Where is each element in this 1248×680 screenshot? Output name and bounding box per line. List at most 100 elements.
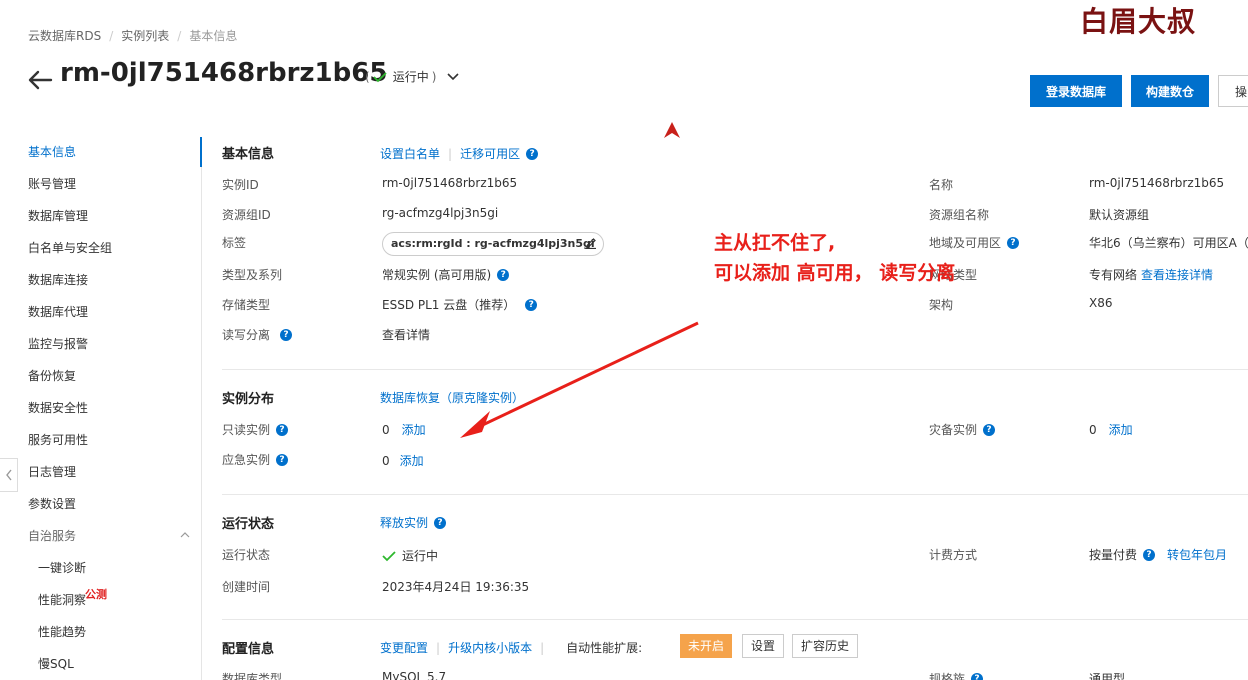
sidebar-item-basic-info[interactable]: 基本信息 [0, 137, 200, 169]
label-run-status: 运行状态 [222, 548, 271, 562]
sidebar-item-whitelist[interactable]: 白名单与安全组 [0, 233, 200, 265]
convert-subscription-link[interactable]: 转包年包月 [1167, 546, 1227, 563]
autoscale-status-badge: 未开启 [680, 634, 732, 658]
edit-icon[interactable] [585, 237, 597, 249]
instance-status[interactable]: ( 运行中 ) [362, 68, 459, 85]
help-icon[interactable]: ? [497, 268, 510, 281]
help-icon[interactable]: ? [525, 298, 538, 311]
add-dr-link[interactable]: 添加 [1109, 421, 1133, 438]
breadcrumb-separator: / [177, 28, 182, 43]
value-storage-type: ESSD PL1 云盘（推荐）? [382, 296, 538, 313]
connection-details-link[interactable]: 查看连接详情 [1141, 266, 1213, 283]
label-resource-group-name: 资源组名称 [929, 208, 990, 222]
spec-family-label-text: 规格族 [929, 672, 966, 680]
dr-label-text: 灾备实例 [929, 423, 978, 437]
beta-badge: 公测 [85, 588, 107, 601]
sidebar-item-trends[interactable]: 性能趋势 [0, 617, 200, 649]
label-name: 名称 [929, 178, 954, 192]
value-dr-instances: 0 添加 [1089, 421, 1133, 438]
sidebar-item-availability[interactable]: 服务可用性 [0, 425, 200, 457]
sidebar-item-slow-sql[interactable]: 慢SQL [0, 649, 200, 680]
value-emergency-instances: 0 添加 [382, 452, 424, 469]
value-type-series: 常规实例 (高可用版)? [382, 266, 510, 283]
section-title-running: 运行状态 [222, 517, 275, 532]
link-separator: | [540, 640, 545, 655]
build-warehouse-button[interactable]: 构建数仓 [1131, 75, 1209, 107]
sidebar-item-security[interactable]: 数据安全性 [0, 393, 200, 425]
scale-history-button[interactable]: 扩容历史 [792, 634, 858, 658]
sidebar-active-indicator [200, 137, 202, 167]
sidebar-item-parameters[interactable]: 参数设置 [0, 489, 200, 521]
sidebar-item-backup[interactable]: 备份恢复 [0, 361, 200, 393]
chevron-down-icon[interactable] [447, 72, 459, 81]
help-icon[interactable]: ? [276, 453, 289, 466]
help-icon[interactable]: ? [983, 423, 996, 436]
sidebar-group-autonomy[interactable]: 自治服务 [0, 521, 200, 553]
help-icon[interactable]: ? [1007, 236, 1020, 249]
red-caret-icon [664, 122, 680, 138]
sidebar-item-logs[interactable]: 日志管理 [0, 457, 200, 489]
label-db-type: 数据库类型 [222, 672, 283, 680]
set-whitelist-link[interactable]: 设置白名单 [380, 145, 440, 162]
chevron-left-icon [5, 469, 12, 481]
label-rw-split: 读写分离? [222, 326, 293, 343]
breadcrumb-instance-list[interactable]: 实例列表 [121, 27, 169, 44]
change-config-link[interactable]: 变更配置 [380, 639, 428, 656]
sidebar-item-proxy[interactable]: 数据库代理 [0, 297, 200, 329]
sidebar-item-accounts[interactable]: 账号管理 [0, 169, 200, 201]
add-emergency-link[interactable]: 添加 [400, 452, 424, 469]
value-created-time: 2023年4月24日 19:36:35 [382, 580, 530, 594]
network-type-text: 专有网络 [1089, 268, 1138, 282]
label-resource-group-id: 资源组ID [222, 208, 271, 222]
help-icon[interactable]: ? [280, 328, 293, 341]
help-icon[interactable]: ? [971, 672, 984, 680]
check-icon [373, 71, 387, 82]
sidebar-item-connection[interactable]: 数据库连接 [0, 265, 200, 297]
migrate-zone-link[interactable]: 迁移可用区 [460, 145, 520, 162]
section-title-distribution: 实例分布 [222, 392, 275, 407]
emergency-count: 0 [382, 453, 390, 468]
operations-button[interactable]: 操 [1218, 75, 1248, 107]
help-icon[interactable]: ? [434, 516, 447, 529]
rw-split-details-link[interactable]: 查看详情 [382, 326, 430, 343]
value-region-zone: 华北6（乌兰察布）可用区A（ [1089, 236, 1248, 250]
tag-pill[interactable]: acs:rm:rgId : rg-acfmzg4lpj3n5gi [382, 232, 604, 256]
value-spec-family: 通用型 [1089, 672, 1126, 680]
label-instance-id: 实例ID [222, 178, 259, 192]
chevron-up-icon [180, 532, 190, 538]
run-status-text: 运行中 [402, 549, 439, 563]
label-architecture: 架构 [929, 298, 954, 312]
breadcrumb-rds[interactable]: 云数据库RDS [28, 27, 101, 44]
sidebar-item-insight[interactable]: 性能洞察 公测 [0, 585, 200, 617]
login-database-button[interactable]: 登录数据库 [1030, 75, 1122, 107]
status-paren-close: ) [431, 69, 437, 84]
label-readonly-instances: 只读实例? [222, 421, 289, 438]
readonly-count: 0 [382, 422, 390, 437]
autoscale-settings-button[interactable]: 设置 [742, 634, 784, 658]
back-arrow-icon[interactable] [26, 66, 54, 94]
add-readonly-link[interactable]: 添加 [402, 421, 426, 438]
sidebar-item-monitoring[interactable]: 监控与报警 [0, 329, 200, 361]
sidebar-item-databases[interactable]: 数据库管理 [0, 201, 200, 233]
status-paren-open: ( [365, 69, 370, 84]
sidebar-collapse-toggle[interactable] [0, 458, 18, 492]
billing-text: 按量付费 [1089, 548, 1138, 562]
upgrade-kernel-link[interactable]: 升级内核小版本 [448, 639, 532, 656]
label-dr-instances: 灾备实例? [929, 421, 996, 438]
status-text: 运行中 [392, 70, 429, 84]
type-series-text: 常规实例 (高可用版) [382, 268, 492, 282]
help-icon[interactable]: ? [526, 147, 539, 160]
value-architecture: X86 [1089, 296, 1113, 310]
link-separator: | [448, 146, 453, 161]
annotation-line-1: 主从扛不住了, [714, 232, 836, 254]
help-icon[interactable]: ? [276, 423, 289, 436]
release-instance-link[interactable]: 释放实例 [380, 514, 428, 531]
annotation-arrow-icon [460, 321, 699, 438]
storage-type-text: ESSD PL1 云盘（推荐） [382, 298, 516, 312]
section-divider [222, 619, 1248, 620]
value-resource-group-id: rg-acfmzg4lpj3n5gi [382, 206, 499, 220]
help-icon[interactable]: ? [1143, 548, 1156, 561]
value-db-type: MySQL 5.7 [382, 670, 447, 680]
label-billing: 计费方式 [929, 548, 978, 562]
label-type-series: 类型及系列 [222, 268, 283, 282]
